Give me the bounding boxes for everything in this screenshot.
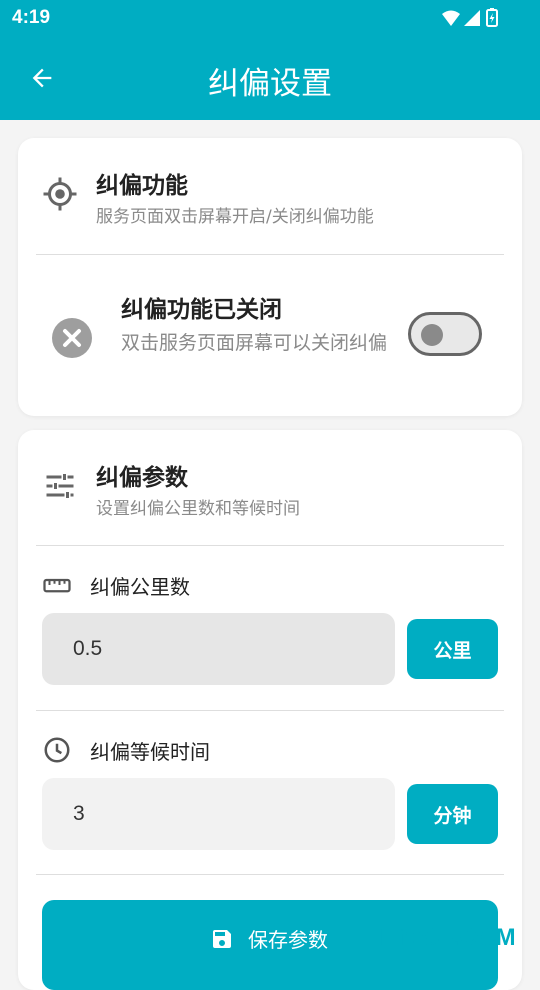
params-card: 纠偏参数 设置纠偏公里数和等候时间 纠偏公里数 0.5 公里 纠偏等候时间 3 … — [18, 430, 522, 990]
sliders-icon — [46, 474, 74, 498]
signal-icon — [464, 10, 480, 26]
distance-unit-button[interactable]: 公里 — [407, 619, 498, 679]
save-button-label: 保存参数 — [248, 928, 328, 952]
status-bar: 4:19 — [0, 0, 540, 36]
distance-label: 纠偏公里数 — [90, 574, 190, 599]
distance-label-row: 纠偏公里数 — [42, 570, 190, 600]
ruler-icon — [43, 578, 71, 593]
wait-time-input[interactable]: 3 — [42, 778, 395, 850]
page-title: 纠偏设置 — [208, 66, 332, 102]
feature-card: 纠偏功能 服务页面双击屏幕开启/关闭纠偏功能 纠偏功能已关闭 双击服务页面屏幕可… — [18, 138, 522, 416]
feature-status-description: 双击服务页面屏幕可以关闭纠偏 — [121, 332, 388, 354]
toggle-knob — [421, 324, 443, 346]
feature-toggle-switch[interactable] — [408, 312, 482, 356]
divider — [36, 545, 504, 546]
close-circle-icon — [52, 318, 92, 358]
feature-header: 纠偏功能 服务页面双击屏幕开启/关闭纠偏功能 — [18, 138, 522, 238]
wait-time-label: 纠偏等候时间 — [90, 739, 210, 764]
params-header: 纠偏参数 设置纠偏公里数和等候时间 — [18, 430, 522, 530]
feature-subtitle: 服务页面双击屏幕开启/关闭纠偏功能 — [96, 207, 374, 227]
save-icon — [213, 929, 231, 948]
params-subtitle: 设置纠偏公里数和等候时间 — [96, 499, 300, 519]
battery-charging-icon — [486, 8, 498, 27]
wait-time-label-row: 纠偏等候时间 — [42, 735, 210, 765]
divider — [36, 874, 504, 875]
feature-status-title: 纠偏功能已关闭 — [121, 297, 282, 323]
status-time: 4:19 — [12, 7, 51, 28]
feature-title: 纠偏功能 — [96, 173, 188, 199]
app-bar: 纠偏设置 — [0, 36, 540, 120]
wifi-icon — [442, 10, 460, 26]
divider — [36, 254, 504, 255]
watermark-text: ITMOP.COM — [380, 924, 516, 951]
clock-icon — [44, 737, 70, 763]
status-icons — [440, 8, 500, 28]
distance-input[interactable]: 0.5 — [42, 613, 395, 685]
wait-time-unit-button[interactable]: 分钟 — [407, 784, 498, 844]
target-icon — [43, 177, 77, 211]
params-title: 纠偏参数 — [96, 465, 188, 491]
divider — [36, 710, 504, 711]
